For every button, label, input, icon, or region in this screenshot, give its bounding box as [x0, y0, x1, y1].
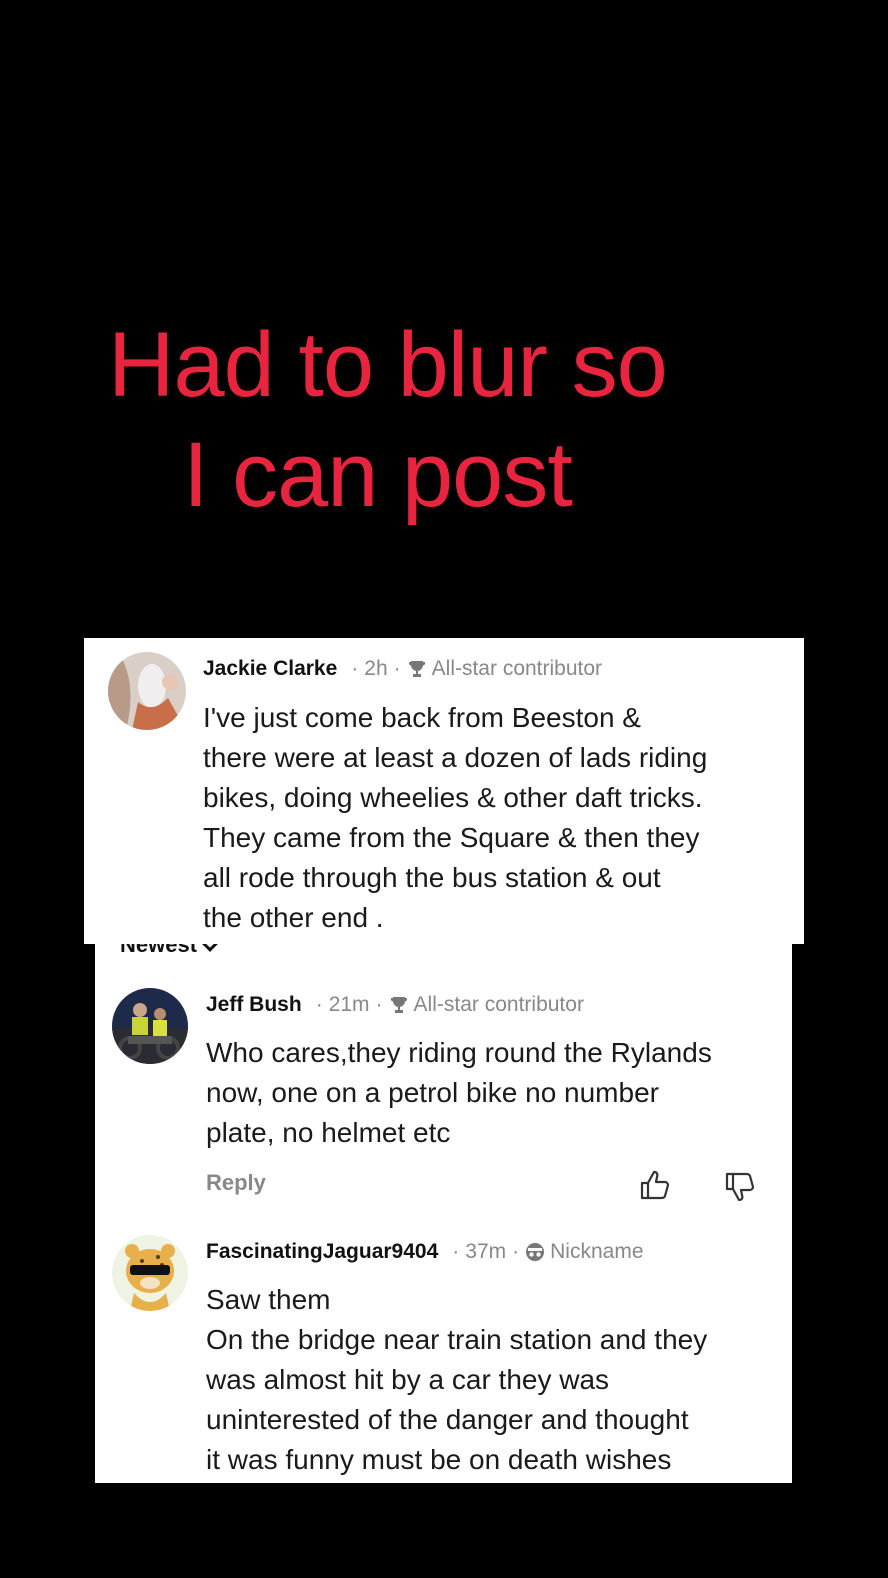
thumbs-down-icon[interactable]: [723, 1170, 757, 1204]
author-name[interactable]: FascinatingJaguar9404: [206, 1240, 438, 1264]
thumbs-up-icon[interactable]: [638, 1168, 672, 1202]
comment-line: They came from the Square & then they: [203, 822, 700, 853]
comment-line: Saw them: [206, 1284, 331, 1315]
comment-line: I've just come back from Beeston &: [203, 702, 641, 733]
comment-line: uninterested of the danger and thought: [206, 1404, 689, 1435]
comment-line: On the bridge near train station and the…: [206, 1324, 708, 1355]
comment-line: the other end .: [203, 902, 384, 933]
trophy-icon: [390, 997, 407, 1013]
comment-line: bikes, doing wheelies & other daft trick…: [203, 782, 703, 813]
comments-card: Newest Jeff Bush · 21m · All-star contri…: [95, 920, 792, 1483]
timestamp: 37m: [465, 1240, 507, 1263]
author-name[interactable]: Jackie Clarke: [203, 657, 337, 681]
comment-meta: FascinatingJaguar9404 · 37m · Nickname: [206, 1240, 644, 1264]
comment-meta: Jeff Bush · 21m · All-star contributor: [206, 993, 584, 1017]
comment-line: now, one on a petrol bike no number: [206, 1077, 659, 1108]
comment-text: I've just come back from Beeston & there…: [203, 698, 707, 938]
timestamp: 21m: [328, 993, 370, 1016]
trophy-icon: [408, 661, 425, 677]
contributor-badge: All-star contributor: [413, 993, 584, 1016]
comment-text: Who cares,they riding round the Rylands …: [206, 1033, 712, 1153]
nickname-badge: Nickname: [550, 1240, 644, 1263]
avatar[interactable]: [112, 988, 188, 1064]
caption-line-1: Had to blur so: [108, 314, 668, 416]
comment-meta: Jackie Clarke · 2h · All-star contributo…: [203, 657, 603, 681]
comment-line: Who cares,they riding round the Rylands: [206, 1037, 712, 1068]
comment-line: plate, no helmet etc: [206, 1117, 451, 1148]
reply-button[interactable]: Reply: [206, 1170, 266, 1196]
comment-line: it was funny must be on death wishes: [206, 1444, 672, 1475]
comment-item: Jeff Bush · 21m · All-star contributor W…: [95, 920, 792, 1220]
author-name[interactable]: Jeff Bush: [206, 993, 302, 1017]
highlighted-comment-card: Jackie Clarke · 2h · All-star contributo…: [84, 638, 804, 944]
comment-item: FascinatingJaguar9404 · 37m · Nickname S…: [95, 1220, 792, 1483]
contributor-badge: All-star contributor: [431, 657, 603, 680]
comment-line: was almost hit by a car they was: [206, 1364, 610, 1395]
comment-text: Saw them On the bridge near train statio…: [206, 1280, 707, 1480]
comment-line: all rode through the bus station & out: [203, 862, 661, 893]
avatar[interactable]: [112, 1235, 188, 1311]
incognito-icon: [526, 1243, 545, 1261]
comment-line: there were at least a dozen of lads ridi…: [203, 742, 708, 773]
timestamp: 2h: [364, 657, 388, 680]
caption-line-2: I can post: [183, 424, 573, 526]
avatar[interactable]: [108, 652, 186, 730]
